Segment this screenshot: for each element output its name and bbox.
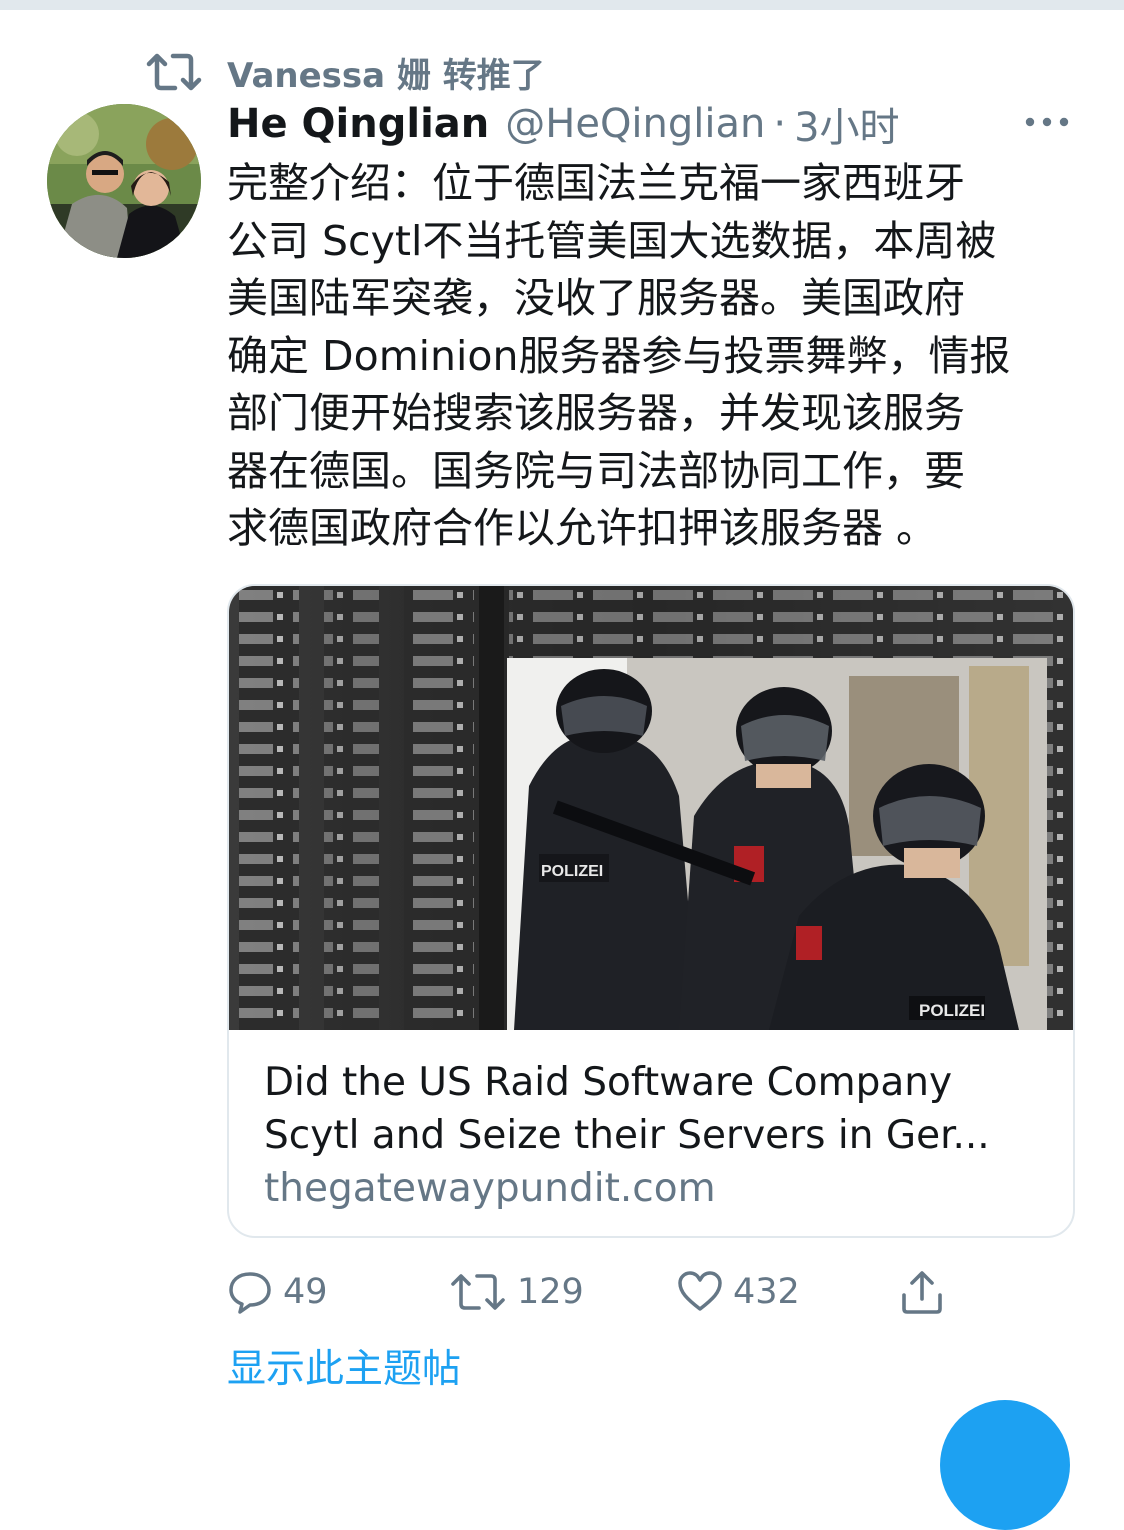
user-handle[interactable]: @HeQinglian (505, 101, 765, 147)
image-badge-2: POLIZEI (919, 1001, 985, 1020)
card-title-line-1: Did the US Raid Software Company (264, 1060, 953, 1105)
share-button[interactable] (899, 1260, 945, 1324)
card-title: Did the US Raid Software Company Scytl a… (264, 1056, 1044, 1162)
compose-tweet-fab[interactable] (940, 1400, 1070, 1530)
retweet-action-icon (451, 1274, 505, 1310)
card-image: POLIZEI POLIZEI (229, 586, 1073, 1030)
retweet-icon (146, 53, 202, 91)
retweet-count: 129 (517, 1272, 584, 1312)
tweet-actions: 49 129 432 (227, 1260, 1087, 1324)
separator-dot: · (773, 101, 787, 147)
avatar[interactable] (47, 104, 201, 258)
show-thread-link[interactable]: 显示此主题帖 (227, 1338, 461, 1394)
reply-icon (229, 1272, 271, 1314)
more-options-icon[interactable] (1024, 112, 1070, 132)
top-divider (0, 0, 1124, 10)
retweet-context[interactable]: Vanessa 姗 转推了 (145, 48, 545, 96)
link-card[interactable]: POLIZEI POLIZEI Did the US Raid Software… (227, 584, 1075, 1238)
share-icon (902, 1271, 942, 1314)
reply-button[interactable]: 49 (227, 1260, 328, 1324)
heart-icon (678, 1271, 722, 1311)
retweet-label: Vanessa 姗 转推了 (227, 55, 545, 96)
like-count: 432 (733, 1272, 800, 1312)
retweet-button[interactable]: 129 (449, 1260, 584, 1324)
card-title-line-2: Scytl and Seize their Servers in Ger... (264, 1113, 990, 1158)
display-name[interactable]: He Qinglian (227, 101, 489, 147)
timestamp[interactable]: 3小时 (794, 95, 899, 153)
image-badge-1: POLIZEI (541, 863, 603, 880)
tweet-header: He Qinglian @HeQinglian · 3小时 (227, 96, 900, 152)
tweet-text: 完整介绍：位于德国法兰克福一家西班牙 公司 Scytl不当托管美国大选数据，本周… (227, 159, 1011, 552)
reply-count: 49 (283, 1272, 328, 1312)
like-button[interactable]: 432 (677, 1260, 800, 1324)
card-domain: thegatewaypundit.com (264, 1166, 716, 1211)
